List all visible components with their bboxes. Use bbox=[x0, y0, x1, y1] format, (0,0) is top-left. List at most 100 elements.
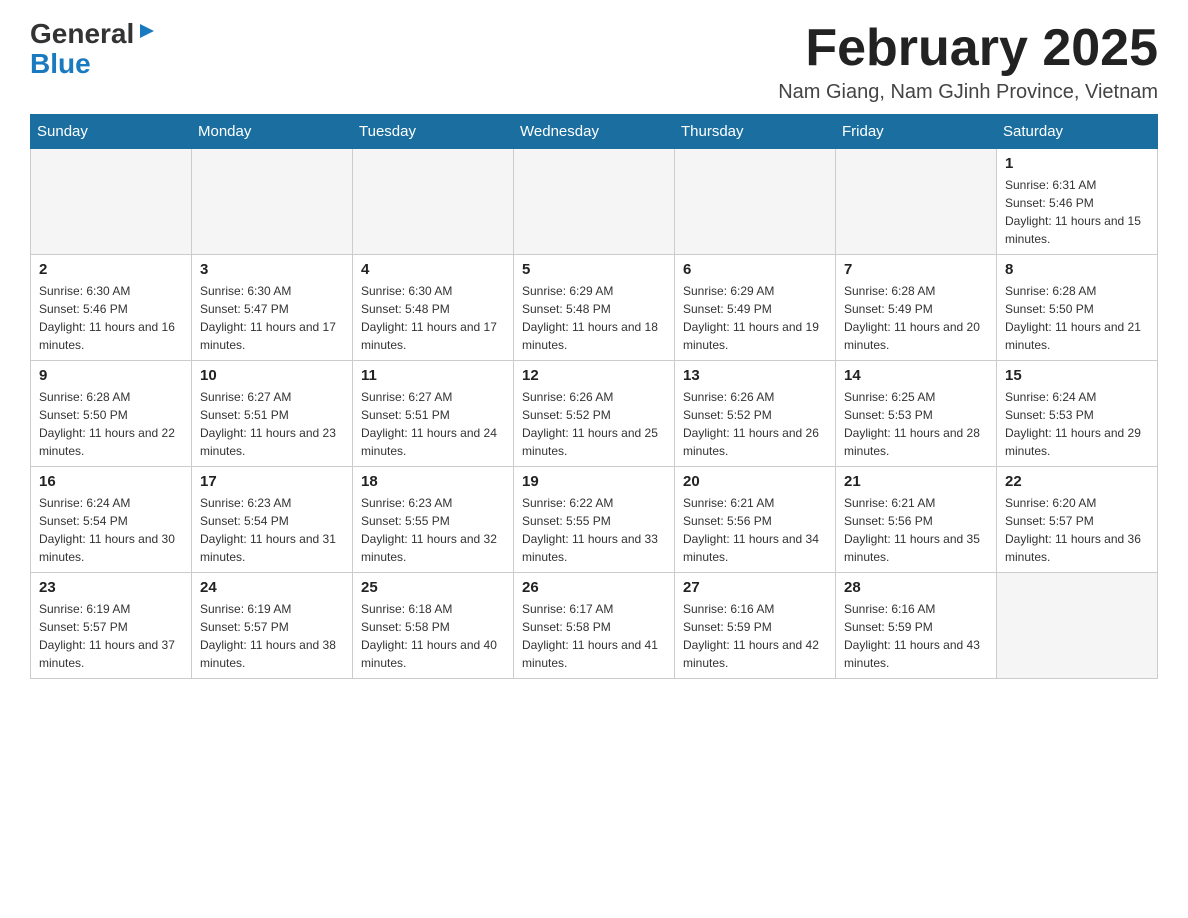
day-info: Sunrise: 6:27 AMSunset: 5:51 PMDaylight:… bbox=[361, 388, 505, 460]
logo-blue: Blue bbox=[30, 48, 91, 80]
location: Nam Giang, Nam GJinh Province, Vietnam bbox=[778, 81, 1158, 104]
table-row: 11 Sunrise: 6:27 AMSunset: 5:51 PMDayligh… bbox=[353, 361, 514, 467]
day-info: Sunrise: 6:23 AMSunset: 5:55 PMDaylight:… bbox=[361, 494, 505, 566]
day-number: 20 bbox=[683, 473, 827, 490]
col-monday: Monday bbox=[192, 115, 353, 149]
day-number: 22 bbox=[1005, 473, 1149, 490]
table-row: 15 Sunrise: 6:24 AMSunset: 5:53 PMDayligh… bbox=[997, 361, 1158, 467]
col-saturday: Saturday bbox=[997, 115, 1158, 149]
day-info: Sunrise: 6:30 AMSunset: 5:47 PMDaylight:… bbox=[200, 282, 344, 354]
day-info: Sunrise: 6:27 AMSunset: 5:51 PMDaylight:… bbox=[200, 388, 344, 460]
calendar-week-row: 23 Sunrise: 6:19 AMSunset: 5:57 PMDayligh… bbox=[31, 573, 1158, 679]
day-info: Sunrise: 6:21 AMSunset: 5:56 PMDaylight:… bbox=[683, 494, 827, 566]
day-info: Sunrise: 6:26 AMSunset: 5:52 PMDaylight:… bbox=[522, 388, 666, 460]
day-number: 8 bbox=[1005, 261, 1149, 278]
table-row: 18 Sunrise: 6:23 AMSunset: 5:55 PMDayligh… bbox=[353, 467, 514, 573]
day-info: Sunrise: 6:19 AMSunset: 5:57 PMDaylight:… bbox=[200, 600, 344, 672]
table-row bbox=[836, 149, 997, 255]
table-row: 16 Sunrise: 6:24 AMSunset: 5:54 PMDayligh… bbox=[31, 467, 192, 573]
table-row: 25 Sunrise: 6:18 AMSunset: 5:58 PMDayligh… bbox=[353, 573, 514, 679]
table-row: 27 Sunrise: 6:16 AMSunset: 5:59 PMDayligh… bbox=[675, 573, 836, 679]
table-row: 13Sunrise: 6:26 AMSunset: 5:52 PMDayligh… bbox=[675, 361, 836, 467]
day-number: 25 bbox=[361, 579, 505, 596]
day-number: 10 bbox=[200, 367, 344, 384]
table-row: 6 Sunrise: 6:29 AMSunset: 5:49 PMDaylight… bbox=[675, 255, 836, 361]
day-number: 26 bbox=[522, 579, 666, 596]
table-row: 5 Sunrise: 6:29 AMSunset: 5:48 PMDaylight… bbox=[514, 255, 675, 361]
day-info: Sunrise: 6:31 AMSunset: 5:46 PMDaylight:… bbox=[1005, 176, 1149, 248]
day-info: Sunrise: 6:18 AMSunset: 5:58 PMDaylight:… bbox=[361, 600, 505, 672]
day-number: 1 bbox=[1005, 155, 1149, 172]
day-number: 19 bbox=[522, 473, 666, 490]
day-number: 4 bbox=[361, 261, 505, 278]
month-title: February 2025 bbox=[778, 20, 1158, 77]
page-header: General Blue February 2025 Nam Giang, Na… bbox=[30, 20, 1158, 104]
table-row: 14 Sunrise: 6:25 AMSunset: 5:53 PMDayligh… bbox=[836, 361, 997, 467]
table-row: 26Sunrise: 6:17 AMSunset: 5:58 PMDayligh… bbox=[514, 573, 675, 679]
day-number: 3 bbox=[200, 261, 344, 278]
day-number: 28 bbox=[844, 579, 988, 596]
day-number: 27 bbox=[683, 579, 827, 596]
day-info: Sunrise: 6:28 AMSunset: 5:49 PMDaylight:… bbox=[844, 282, 988, 354]
day-info: Sunrise: 6:21 AMSunset: 5:56 PMDaylight:… bbox=[844, 494, 988, 566]
calendar-week-row: 9 Sunrise: 6:28 AMSunset: 5:50 PMDaylight… bbox=[31, 361, 1158, 467]
logo: General Blue bbox=[30, 20, 158, 80]
day-number: 11 bbox=[361, 367, 505, 384]
table-row bbox=[31, 149, 192, 255]
table-row: 24 Sunrise: 6:19 AMSunset: 5:57 PMDayligh… bbox=[192, 573, 353, 679]
day-number: 18 bbox=[361, 473, 505, 490]
col-wednesday: Wednesday bbox=[514, 115, 675, 149]
day-info: Sunrise: 6:16 AMSunset: 5:59 PMDaylight:… bbox=[683, 600, 827, 672]
day-info: Sunrise: 6:29 AMSunset: 5:48 PMDaylight:… bbox=[522, 282, 666, 354]
table-row: 28 Sunrise: 6:16 AMSunset: 5:59 PMDayligh… bbox=[836, 573, 997, 679]
table-row bbox=[997, 573, 1158, 679]
day-number: 12 bbox=[522, 367, 666, 384]
table-row bbox=[675, 149, 836, 255]
day-info: Sunrise: 6:19 AMSunset: 5:57 PMDaylight:… bbox=[39, 600, 183, 672]
col-sunday: Sunday bbox=[31, 115, 192, 149]
table-row: 22 Sunrise: 6:20 AMSunset: 5:57 PMDayligh… bbox=[997, 467, 1158, 573]
logo-general: General bbox=[30, 20, 134, 48]
col-thursday: Thursday bbox=[675, 115, 836, 149]
table-row: 1 Sunrise: 6:31 AMSunset: 5:46 PMDaylight… bbox=[997, 149, 1158, 255]
table-row bbox=[353, 149, 514, 255]
day-info: Sunrise: 6:24 AMSunset: 5:54 PMDaylight:… bbox=[39, 494, 183, 566]
day-number: 5 bbox=[522, 261, 666, 278]
col-tuesday: Tuesday bbox=[353, 115, 514, 149]
table-row: 19 Sunrise: 6:22 AMSunset: 5:55 PMDayligh… bbox=[514, 467, 675, 573]
day-number: 23 bbox=[39, 579, 183, 596]
day-number: 9 bbox=[39, 367, 183, 384]
day-number: 2 bbox=[39, 261, 183, 278]
table-row bbox=[514, 149, 675, 255]
day-info: Sunrise: 6:16 AMSunset: 5:59 PMDaylight:… bbox=[844, 600, 988, 672]
day-info: Sunrise: 6:29 AMSunset: 5:49 PMDaylight:… bbox=[683, 282, 827, 354]
table-row: 9 Sunrise: 6:28 AMSunset: 5:50 PMDaylight… bbox=[31, 361, 192, 467]
table-row: 8Sunrise: 6:28 AMSunset: 5:50 PMDaylight… bbox=[997, 255, 1158, 361]
day-info: Sunrise: 6:20 AMSunset: 5:57 PMDaylight:… bbox=[1005, 494, 1149, 566]
day-number: 15 bbox=[1005, 367, 1149, 384]
table-row bbox=[192, 149, 353, 255]
table-row: 17Sunrise: 6:23 AMSunset: 5:54 PMDayligh… bbox=[192, 467, 353, 573]
day-info: Sunrise: 6:24 AMSunset: 5:53 PMDaylight:… bbox=[1005, 388, 1149, 460]
calendar-week-row: 16 Sunrise: 6:24 AMSunset: 5:54 PMDayligh… bbox=[31, 467, 1158, 573]
table-row: 10 Sunrise: 6:27 AMSunset: 5:51 PMDayligh… bbox=[192, 361, 353, 467]
day-number: 7 bbox=[844, 261, 988, 278]
day-number: 24 bbox=[200, 579, 344, 596]
calendar-week-row: 1 Sunrise: 6:31 AMSunset: 5:46 PMDaylight… bbox=[31, 149, 1158, 255]
day-number: 16 bbox=[39, 473, 183, 490]
table-row: 3 Sunrise: 6:30 AMSunset: 5:47 PMDaylight… bbox=[192, 255, 353, 361]
logo-arrow-icon bbox=[136, 20, 158, 42]
day-info: Sunrise: 6:22 AMSunset: 5:55 PMDaylight:… bbox=[522, 494, 666, 566]
day-info: Sunrise: 6:25 AMSunset: 5:53 PMDaylight:… bbox=[844, 388, 988, 460]
calendar-header-row: Sunday Monday Tuesday Wednesday Thursday… bbox=[31, 115, 1158, 149]
table-row: 20 Sunrise: 6:21 AMSunset: 5:56 PMDayligh… bbox=[675, 467, 836, 573]
day-number: 21 bbox=[844, 473, 988, 490]
day-number: 6 bbox=[683, 261, 827, 278]
table-row: 21 Sunrise: 6:21 AMSunset: 5:56 PMDayligh… bbox=[836, 467, 997, 573]
day-info: Sunrise: 6:28 AMSunset: 5:50 PMDaylight:… bbox=[39, 388, 183, 460]
table-row: 2 Sunrise: 6:30 AMSunset: 5:46 PMDaylight… bbox=[31, 255, 192, 361]
day-info: Sunrise: 6:30 AMSunset: 5:46 PMDaylight:… bbox=[39, 282, 183, 354]
calendar-table: Sunday Monday Tuesday Wednesday Thursday… bbox=[30, 114, 1158, 679]
day-number: 17 bbox=[200, 473, 344, 490]
day-number: 14 bbox=[844, 367, 988, 384]
